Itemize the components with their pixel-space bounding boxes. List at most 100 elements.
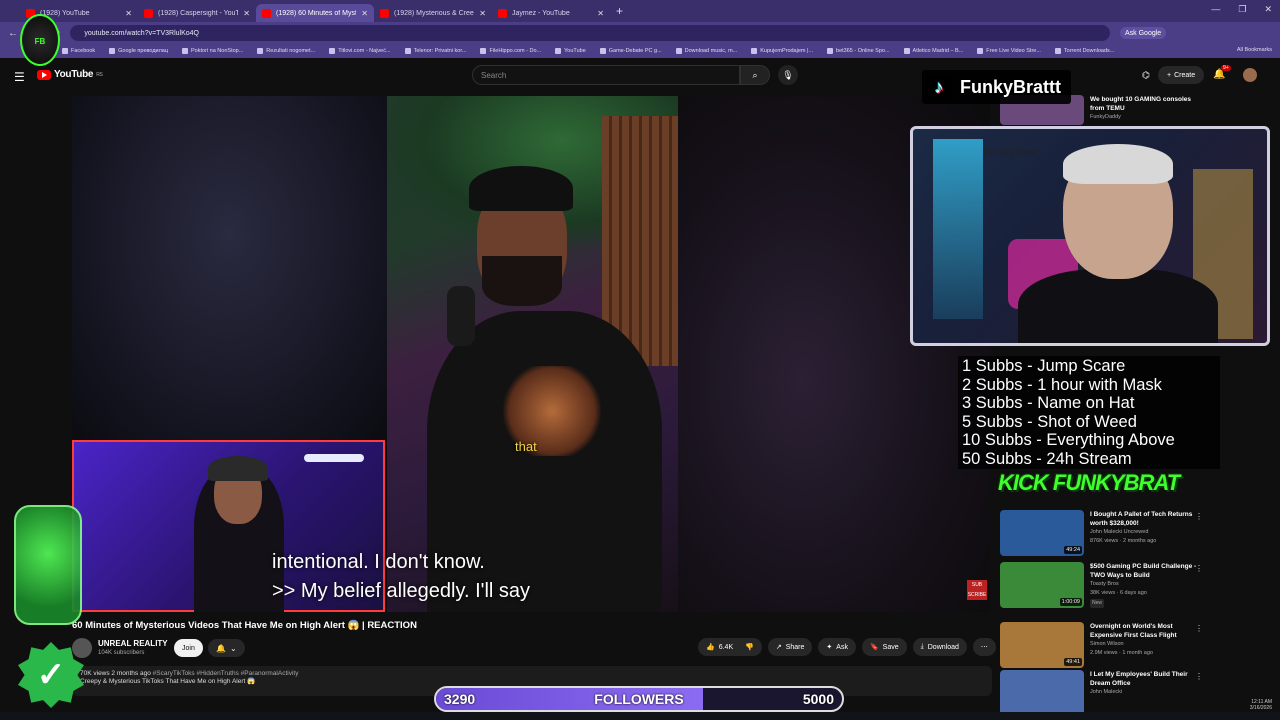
video-thumbnail[interactable] xyxy=(1000,670,1084,716)
close-tab-icon[interactable]: ✕ xyxy=(597,9,604,18)
create-button[interactable]: + Create xyxy=(1158,66,1205,84)
view-meta: 70K views 2 months ago xyxy=(80,670,151,677)
tiktok-name-overlay: ♪ FunkyBrattt xyxy=(922,70,1072,104)
like-button[interactable]: 👍 6.4K 👎 xyxy=(698,638,762,656)
download-icon: ⤓ xyxy=(920,643,924,650)
bookmark-item[interactable]: Poktori na NonStop... xyxy=(182,48,243,54)
video-blur-left xyxy=(72,96,387,441)
thumbs-up-icon: 👍 xyxy=(706,644,715,651)
download-button[interactable]: ⤓ Download xyxy=(912,638,967,656)
bookmark-item[interactable]: Game-Debate PC g... xyxy=(599,48,662,54)
more-options-icon[interactable]: ⋮ xyxy=(1195,512,1203,521)
bookmark-item[interactable]: KupujemProdajem |... xyxy=(751,48,813,54)
logo-region: RS xyxy=(96,71,103,78)
streamer-webcam: FunkyBrat xyxy=(910,126,1270,346)
browser-tab-active[interactable]: (1928) 60 Minutes of Myste ✕ xyxy=(256,4,374,22)
close-window-icon[interactable]: ✕ xyxy=(1264,4,1272,15)
recommendation-item[interactable]: I Let My Employees' Build Their Dream Of… xyxy=(1000,670,1203,716)
person-beard xyxy=(482,256,562,306)
tip-jar-image xyxy=(14,505,82,625)
like-count: 6.4K xyxy=(718,643,734,651)
bookmark-label: Titlovi.com - Najveć... xyxy=(338,48,391,54)
share-button[interactable]: ↗ Share xyxy=(767,638,813,656)
close-tab-icon[interactable]: ✕ xyxy=(125,9,132,18)
bookmark-item[interactable]: Rezultati nogomet... xyxy=(257,48,315,54)
sparkle-icon: ✦ xyxy=(826,644,833,651)
bookmark-label: Facebook xyxy=(71,48,96,54)
more-options-icon[interactable]: ⋮ xyxy=(1195,624,1203,633)
new-tab-icon[interactable]: + xyxy=(616,4,623,18)
reactor-cap xyxy=(208,456,268,481)
more-options-icon[interactable]: ⋮ xyxy=(1195,564,1203,573)
bookmark-item[interactable]: Download music, m... xyxy=(675,48,737,54)
bookmark-item[interactable]: Titlovi.com - Najveć... xyxy=(329,48,391,54)
recommendation-channel[interactable]: Toasty Bros xyxy=(1090,580,1200,589)
hashtags[interactable]: #ScaryTikToks #HiddenTruths #ParanormalA… xyxy=(153,670,299,677)
ask-button[interactable]: ✦ Ask xyxy=(818,638,856,656)
system-clock[interactable]: 12:11 AM 3/16/2026 xyxy=(1250,699,1272,711)
bookmark-item[interactable]: Atletico Madrid – B... xyxy=(903,48,963,54)
subscribe-watermark[interactable]: SUB SCRIBE xyxy=(967,580,987,600)
back-icon[interactable]: ← xyxy=(8,28,18,39)
thumbs-down-icon[interactable]: 👎 xyxy=(745,643,754,651)
subscribed-bell-button[interactable]: 🔔 ⌄ xyxy=(208,639,245,657)
recommendation-item[interactable]: 1:00:09 $500 Gaming PC Build Challenge - … xyxy=(1000,562,1203,608)
recommendation-item[interactable]: 49:24 I Bought A Pallet of Tech Returns w… xyxy=(1000,510,1203,556)
youtube-logo[interactable]: YouTube RS xyxy=(37,69,103,80)
bookmark-item[interactable]: Facebook xyxy=(62,48,95,54)
recommendation-title[interactable]: Overnight on World's Most Expensive Firs… xyxy=(1090,622,1200,640)
all-bookmarks-button[interactable]: All Bookmarks xyxy=(1237,47,1272,53)
bookmark-item[interactable]: YouTube xyxy=(555,48,586,54)
bookmark-item[interactable]: Free Live Video Stre... xyxy=(977,48,1041,54)
minimize-icon[interactable]: — xyxy=(1211,4,1220,15)
save-button[interactable]: 🔖 Save xyxy=(861,638,907,656)
bookmark-item[interactable]: Google преводилац xyxy=(109,48,168,54)
ask-google-button[interactable]: Ask Google xyxy=(1120,27,1167,39)
user-avatar[interactable] xyxy=(1243,68,1257,82)
microphone-icon[interactable]: 🎙 xyxy=(778,65,798,85)
bookmark-icon: 🔖 xyxy=(869,644,879,651)
browser-tab[interactable]: (1928) Caspersight - YouTube ✕ xyxy=(138,4,256,22)
sub-goal-line: 10 Subbs - Everything Above xyxy=(962,431,1175,449)
recommendation-channel[interactable]: John Malecki Uncrewed xyxy=(1090,528,1200,537)
browser-tab[interactable]: Jaymez - YouTube ✕ xyxy=(492,4,610,22)
close-tab-icon[interactable]: ✕ xyxy=(479,9,486,18)
close-tab-icon[interactable]: ✕ xyxy=(243,9,250,18)
video-thumbnail[interactable]: 49:24 xyxy=(1000,510,1084,556)
channel-name[interactable]: UNREAL REALITY xyxy=(98,639,168,648)
bookmark-favicon-icon xyxy=(329,48,336,54)
recommendation-title[interactable]: I Let My Employees' Build Their Dream Of… xyxy=(1090,670,1200,688)
recommendation-channel[interactable]: Simon Wilson xyxy=(1090,640,1200,649)
clock-date: 3/16/2026 xyxy=(1249,705,1272,711)
cast-icon[interactable]: ⌬ xyxy=(1142,70,1150,81)
notifications-bell-icon[interactable]: 🔔 9+ xyxy=(1213,65,1231,80)
join-button[interactable]: Join xyxy=(174,639,203,657)
bookmark-favicon-icon xyxy=(480,48,487,54)
more-options-icon[interactable]: ⋮ xyxy=(1195,672,1203,681)
recommendation-item[interactable]: 49:41 Overnight on World's Most Expensive… xyxy=(1000,622,1203,668)
channel-avatar[interactable] xyxy=(72,638,92,658)
recommendation-title[interactable]: $500 Gaming PC Build Challenge - TWO Way… xyxy=(1090,562,1200,580)
browser-tab[interactable]: (1928) Mysterious & Creepy Ti ✕ xyxy=(374,4,492,22)
bookmark-item[interactable]: FileHippo.com - Do... xyxy=(480,48,541,54)
search-input[interactable]: Search xyxy=(472,65,740,85)
recommendation-title[interactable]: I Bought A Pallet of Tech Returns worth … xyxy=(1090,510,1200,528)
more-actions-button[interactable]: ⋯ xyxy=(972,638,996,656)
url-field[interactable]: youtube.com/watch?v=TV3RlulKo4Q xyxy=(70,25,1111,41)
video-player[interactable]: that intentional. I don't know. >> My be… xyxy=(72,96,990,612)
search-icon[interactable]: ⌕ xyxy=(740,65,770,85)
video-thumbnail[interactable]: 1:00:09 xyxy=(1000,562,1084,608)
video-thumbnail[interactable]: 49:41 xyxy=(1000,622,1084,668)
bookmark-item[interactable]: Telenor: Privatni kor... xyxy=(404,48,466,54)
browser-tab-bar: (1928) YouTube ✕ (1928) Caspersight - You… xyxy=(0,0,1280,22)
bookmark-item[interactable]: bet365 - Online Spo... xyxy=(827,48,890,54)
bookmark-favicon-icon xyxy=(404,48,411,54)
recommendation-channel[interactable]: John Malecki xyxy=(1090,688,1200,697)
followers-current: 3290 xyxy=(444,691,476,707)
maximize-icon[interactable]: ❐ xyxy=(1238,4,1246,15)
bookmark-label: Game-Debate PC g... xyxy=(608,48,662,54)
hamburger-menu-icon[interactable]: ☰ xyxy=(14,70,25,84)
bookmark-item[interactable]: Torrent Downloads... xyxy=(1054,48,1114,54)
close-tab-icon[interactable]: ✕ xyxy=(361,9,368,18)
youtube-favicon-icon xyxy=(144,8,153,18)
